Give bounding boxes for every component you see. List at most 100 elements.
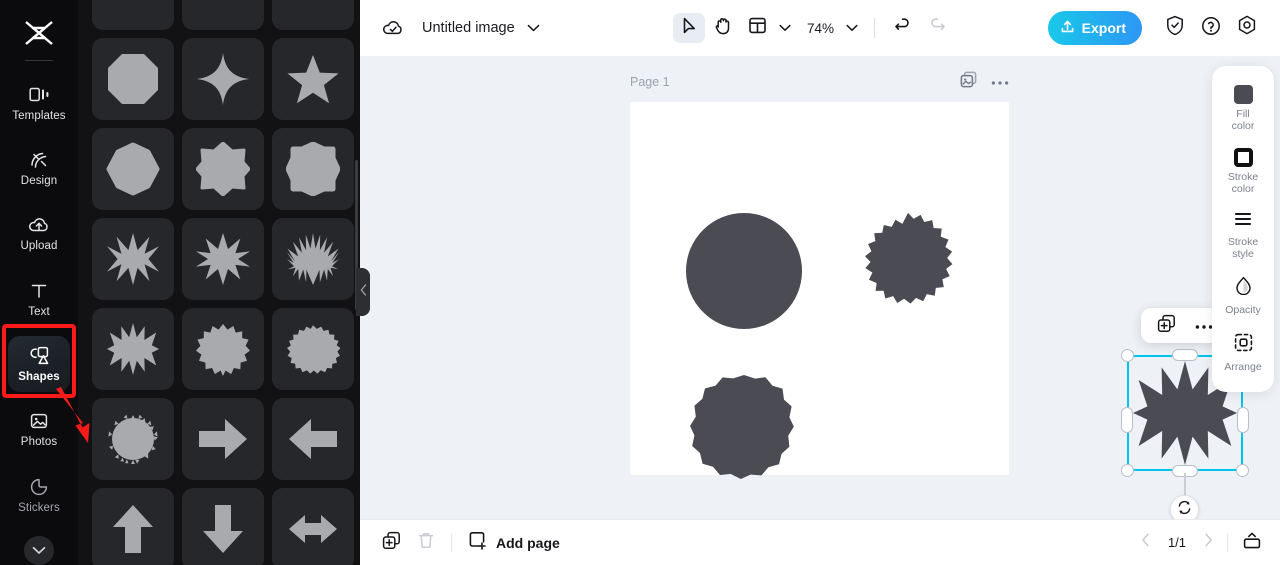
stroke-style-icon [1233,211,1253,232]
upload-cloud-icon [28,214,50,236]
shape-tile-ten-point-star[interactable] [182,218,264,300]
shape-tile-eight-point-soft-star[interactable] [182,128,264,210]
opacity-label: Opacity [1225,304,1261,316]
zoom-level-value[interactable]: 74% [807,21,834,36]
arrange-button[interactable]: Arrange [1212,324,1274,381]
pages-panel-button[interactable] [1242,531,1262,555]
rotate-icon [1177,500,1192,520]
shape-tile-prev-b[interactable] [182,0,264,30]
topbar-right-actions: Export [1047,11,1262,45]
collapse-panel-button[interactable] [356,268,370,316]
chevron-left-icon [360,283,367,301]
shape-tile-arrow-right[interactable] [182,398,264,480]
shape-tile-sixteen-point-burst[interactable] [272,218,354,300]
chevron-down-icon [32,542,46,560]
redo-icon [928,17,946,39]
export-button[interactable]: Export [1047,11,1142,45]
redo-button[interactable] [921,13,953,43]
canvas-shape-sixteen-point-seal[interactable] [685,373,803,496]
bottom-toolbar: Add page 1/1 [360,519,1280,565]
document-title[interactable]: Untitled image [422,20,515,36]
shape-tile-arrow-left-right[interactable] [272,488,354,565]
sidebar-item-photos[interactable]: Photos [8,402,70,457]
shape-tile-five-point-star[interactable] [272,38,354,120]
rotate-handle-stem [1184,473,1186,497]
resize-handle-top-left[interactable] [1121,349,1134,362]
shape-tile-fine-gear-circle[interactable] [92,398,174,480]
fill-color-label: Fill color [1231,108,1255,132]
select-tool-button[interactable] [673,13,705,43]
prev-page-button[interactable] [1141,533,1150,552]
delete-page-button[interactable] [417,531,435,555]
resize-handle-bottom-left[interactable] [1121,464,1134,477]
duplicate-page-icon[interactable] [960,71,977,93]
help-button[interactable] [1196,13,1226,43]
shape-tile-arrow-up[interactable] [92,488,174,565]
resize-handle-middle-right[interactable] [1237,407,1249,433]
shape-tile-six-point-soft-star[interactable] [92,128,174,210]
shape-tile-four-point-star[interactable] [182,38,264,120]
sidebar-item-label: Text [28,305,50,318]
next-page-button[interactable] [1204,533,1213,552]
shape-tile-arrow-down[interactable] [182,488,264,565]
sidebar-item-stickers[interactable]: Stickers [8,467,70,522]
shape-tile-octagon[interactable] [92,38,174,120]
bottom-right-actions: 1/1 [1141,531,1262,555]
layout-caret-icon[interactable] [775,14,795,42]
canvas-shape-circle[interactable] [685,212,803,335]
undo-button[interactable] [887,13,919,43]
shape-tile-twenty-point-seal[interactable] [182,308,264,390]
capcut-logo-icon[interactable] [16,12,62,54]
shape-tile-prev-a[interactable] [92,0,174,30]
shape-tile-twelve-point-star[interactable] [92,308,174,390]
bottom-divider-2 [1227,533,1228,552]
properties-panel: Fill color Stroke color Stroke style Opa… [1212,66,1274,392]
cloud-saved-icon [382,17,404,39]
shapes-icon [28,345,50,367]
sidebar-item-design[interactable]: Design [8,140,70,195]
shape-tile-prev-c[interactable] [272,0,354,30]
hand-tool-button[interactable] [707,13,739,43]
sidebar-item-label: Design [20,174,58,187]
text-icon [28,280,50,302]
duplicate-page-button[interactable] [382,531,401,555]
rotate-handle[interactable] [1170,495,1199,519]
add-page-button[interactable]: Add page [468,531,560,555]
gear-icon [1237,15,1257,41]
undo-icon [894,17,912,39]
duplicate-shape-button[interactable] [1153,313,1179,339]
canvas-tools-group: 74% [673,13,953,43]
resize-handle-middle-left[interactable] [1121,407,1133,433]
document-title-caret-icon[interactable] [527,24,540,32]
canvas-area[interactable]: Page 1 [360,56,1280,519]
resize-handle-bottom-right[interactable] [1236,464,1249,477]
page-menu-ellipsis-icon[interactable] [991,73,1009,91]
rail-expand-more-button[interactable] [24,536,54,565]
page-canvas-sheet[interactable] [630,102,1249,519]
arrange-icon [1234,333,1253,357]
sidebar-item-upload[interactable]: Upload [8,206,70,261]
add-page-label: Add page [496,534,560,551]
sidebar-item-shapes[interactable]: Shapes [8,336,70,392]
layout-tool-button[interactable] [741,13,773,43]
stroke-color-button[interactable]: Stroke color [1212,139,1274,202]
shape-tile-arrow-left[interactable] [272,398,354,480]
sidebar-item-templates[interactable]: Templates [8,75,70,130]
shape-tile-eight-point-star[interactable] [92,218,174,300]
fill-color-swatch-icon [1233,85,1253,104]
settings-button[interactable] [1232,13,1262,43]
resize-handle-top-center[interactable] [1172,349,1198,361]
canvas-shape-twentyfour-point-seal[interactable] [849,205,967,328]
fill-color-button[interactable]: Fill color [1212,76,1274,139]
opacity-button[interactable]: Opacity [1212,267,1274,324]
stroke-style-button[interactable]: Stroke style [1212,202,1274,267]
stroke-style-label: Stroke style [1227,236,1259,260]
zoom-caret-icon[interactable] [842,14,862,42]
sidebar-item-label: Upload [20,240,58,253]
design-icon [28,149,50,171]
sidebar-item-text[interactable]: Text [8,271,70,326]
shape-tile-twentyfour-point-seal[interactable] [272,308,354,390]
shield-button[interactable] [1160,13,1190,43]
bottom-divider [451,533,452,552]
shape-tile-eight-lobe-blob[interactable] [272,128,354,210]
